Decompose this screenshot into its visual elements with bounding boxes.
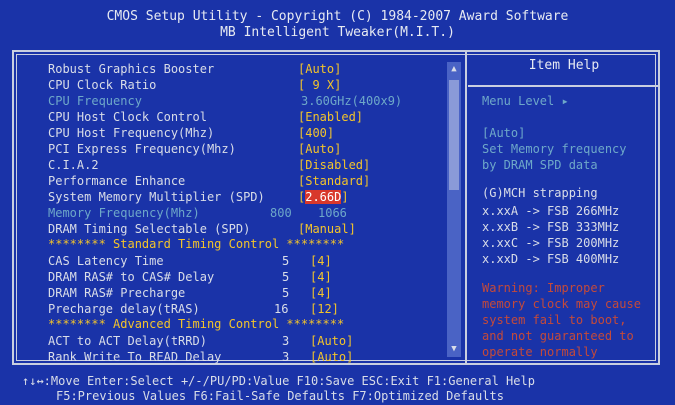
footer-keys-line1: ↑↓↔:Move Enter:Select +/-/PU/PD:Value F1… [22,374,535,388]
setting-label: Memory Frequency(Mhz) [48,206,200,220]
warning-line: memory clock may cause [482,297,641,311]
scroll-thumb[interactable] [449,80,459,190]
setting-label: System Memory Multiplier (SPD) [48,190,265,204]
setting-value[interactable]: [4] [310,285,332,301]
scroll-down-icon[interactable]: ▼ [447,344,461,354]
header-title: CMOS Setup Utility - Copyright (C) 1984-… [106,9,569,24]
help-title-divider [468,85,660,87]
setting-label: ACT to ACT Delay(tRRD) [48,334,207,348]
setting-label: Rank Write To READ Delay [48,350,222,364]
panel-divider [465,50,467,365]
setting-default-value: 800 [270,206,292,220]
setting-value[interactable]: [400] [298,125,334,141]
help-desc-line: by DRAM SPD data [482,158,598,172]
footer-keys-line2: F5:Previous Values F6:Fail-Safe Defaults… [56,389,504,403]
warning-line: system fail to boot, [482,313,627,327]
header-subtitle: MB Intelligent Tweaker(M.I.T.) [220,25,455,40]
setting-value[interactable]: [Standard] [298,173,370,189]
setting-value: 3.60GHz(400x9) [301,94,403,108]
strap-line: x.xxD -> FSB 400MHz [482,252,620,266]
setting-value[interactable]: [Disabled] [298,157,370,173]
setting-value-selected[interactable]: [2.66D] [298,189,349,205]
setting-label: CPU Host Frequency(Mhz) [48,126,215,140]
warning-line: Warning: Improper [482,281,605,295]
setting-label: DRAM RAS# Precharge [48,286,186,300]
setting-label: CPU Frequency [48,94,142,108]
menu-level-text: Menu Level ▸ [482,94,569,108]
setting-label: PCI Express Frequency(Mhz) [48,142,236,156]
setting-value[interactable]: [4] [310,269,332,285]
warning-line: and not guaranteed to [482,329,634,343]
selected-value-highlight[interactable]: 2.66D [305,190,342,204]
setting-default-value: 5 [282,286,290,300]
setting-default-value: 5 [282,270,290,284]
setting-label: CPU Clock Ratio [48,78,157,92]
setting-label: Robust Graphics Booster [48,62,215,76]
setting-value[interactable]: [Manual] [298,221,356,237]
setting-default-value: 3 [282,334,290,348]
scroll-up-icon[interactable]: ▲ [447,64,461,74]
help-desc-line: [Auto] [482,126,526,140]
setting-default-value: 5 [282,254,290,268]
item-help-title: Item Help [528,58,600,73]
strap-line: x.xxA -> FSB 266MHz [482,204,620,218]
setting-value[interactable]: [Auto] [310,333,353,349]
setting-value[interactable]: [Enabled] [298,109,363,125]
setting-value[interactable]: [4] [310,253,332,269]
setting-value[interactable]: [ 9 X] [298,77,341,93]
strap-line: x.xxB -> FSB 333MHz [482,220,620,234]
setting-label: CPU Host Clock Control [48,110,207,124]
setting-label: C.I.A.2 [48,158,99,172]
setting-value: 1066 [318,206,347,220]
setting-label: DRAM RAS# to CAS# Delay [48,270,215,284]
setting-label: Precharge delay(tRAS) [48,302,200,316]
setting-label: CAS Latency Time [48,254,164,268]
setting-default-value: 3 [282,350,290,364]
setting-label: Performance Enhance [48,174,186,188]
settings-scrollbar[interactable]: ▲ ▼ [447,62,461,357]
setting-value[interactable]: [Auto] [298,61,341,77]
help-desc-line: Set Memory frequency [482,142,627,156]
strap-line: x.xxC -> FSB 200MHz [482,236,620,250]
strap-title: (G)MCH strapping [482,186,598,200]
setting-value[interactable]: [12] [310,301,339,317]
setting-label: DRAM Timing Selectable (SPD) [48,222,251,236]
advanced-timing-header: ******** Advanced Timing Control *******… [48,317,345,331]
standard-timing-header: ******** Standard Timing Control *******… [48,237,345,251]
setting-default-value: 16 [274,302,289,316]
warning-line: operate normally [482,345,598,359]
setting-value[interactable]: [Auto] [310,349,353,365]
setting-value[interactable]: [Auto] [298,141,341,157]
